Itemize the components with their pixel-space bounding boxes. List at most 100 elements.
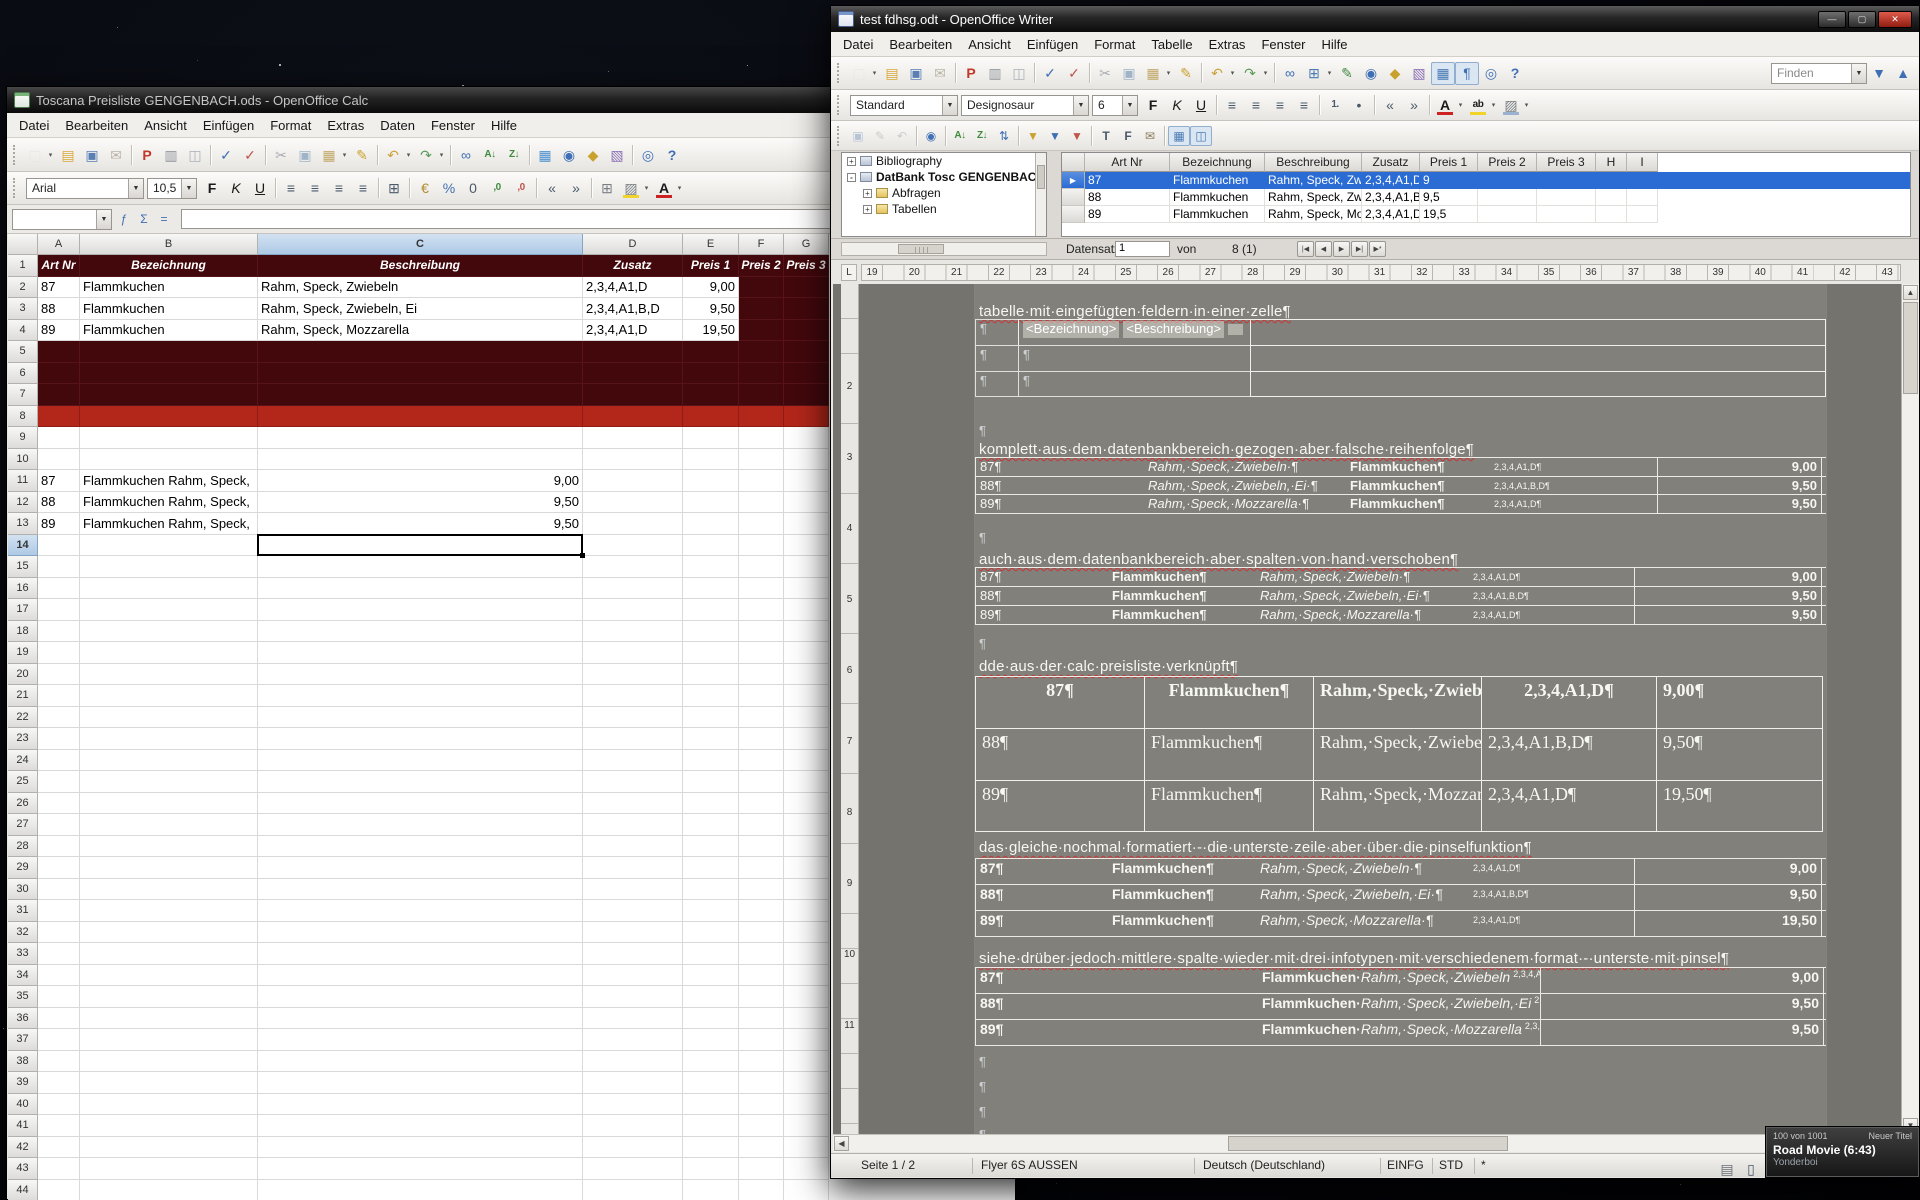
align-justified-icon[interactable]: ≡ bbox=[1292, 94, 1316, 117]
cell-c15[interactable] bbox=[258, 556, 583, 578]
cell-e25[interactable] bbox=[683, 771, 739, 793]
find-previous-icon[interactable]: ▲ bbox=[1891, 62, 1915, 85]
print-icon[interactable]: ▥ bbox=[983, 62, 1007, 85]
cell-c35[interactable] bbox=[258, 986, 583, 1008]
cell-d8[interactable] bbox=[583, 406, 683, 428]
table-cell[interactable]: 9,00 bbox=[1657, 458, 1822, 476]
cell-b18[interactable] bbox=[80, 621, 258, 643]
cell-e17[interactable] bbox=[683, 599, 739, 621]
grid-cell[interactable] bbox=[1596, 172, 1627, 189]
cell-b29[interactable] bbox=[80, 857, 258, 879]
undo-icon[interactable]: ↶ bbox=[1205, 62, 1229, 85]
cell-c9[interactable] bbox=[258, 427, 583, 449]
table-cell[interactable]: 89¶ bbox=[975, 1020, 1258, 1045]
horizontal-ruler[interactable]: 1920212223242526272829303132333435363738… bbox=[861, 264, 1901, 281]
row-header-19[interactable]: 19 bbox=[8, 642, 38, 664]
grid-cell[interactable] bbox=[1537, 206, 1596, 223]
chevron-down-icon[interactable]: ▼ bbox=[1122, 96, 1137, 115]
calc-menu-ansicht[interactable]: Ansicht bbox=[136, 115, 195, 136]
tree-expander-icon[interactable]: + bbox=[863, 205, 872, 214]
cell-a7[interactable] bbox=[38, 384, 80, 406]
writer-menu-hilfe[interactable]: Hilfe bbox=[1314, 34, 1356, 55]
cell-f21[interactable] bbox=[739, 685, 784, 707]
cell-a26[interactable] bbox=[38, 793, 80, 815]
italic-icon[interactable]: K bbox=[224, 177, 248, 200]
cell-b44[interactable] bbox=[80, 1180, 258, 1200]
save-icon[interactable]: ▣ bbox=[904, 62, 928, 85]
row-header-32[interactable]: 32 bbox=[8, 922, 38, 944]
row-header-15[interactable]: 15 bbox=[8, 556, 38, 578]
cell-d14[interactable] bbox=[583, 535, 683, 557]
cell-f29[interactable] bbox=[739, 857, 784, 879]
cell-a44[interactable] bbox=[38, 1180, 80, 1200]
cell-g23[interactable] bbox=[784, 728, 829, 750]
cell-g25[interactable] bbox=[784, 771, 829, 793]
table-cell[interactable]: Flammkuchen¶ bbox=[1346, 477, 1490, 495]
zoom-icon[interactable]: ◎ bbox=[1479, 62, 1503, 85]
percent-format-icon[interactable]: % bbox=[437, 177, 461, 200]
cell-d30[interactable] bbox=[583, 879, 683, 901]
table-cell[interactable]: Flammkuchen¶ bbox=[1108, 587, 1256, 605]
status-insert-mode[interactable]: EINFG bbox=[1387, 1158, 1433, 1174]
grid-cell[interactable]: 87 bbox=[1085, 172, 1170, 189]
cell-c8[interactable] bbox=[258, 406, 583, 428]
vertical-scrollbar-thumb[interactable] bbox=[1903, 302, 1918, 394]
cell-c17[interactable] bbox=[258, 599, 583, 621]
toolbar-grip[interactable] bbox=[13, 178, 18, 198]
bold-icon[interactable]: F bbox=[1141, 94, 1165, 117]
cell-c22[interactable] bbox=[258, 707, 583, 729]
tree-item-tabellen[interactable]: +Tabellen bbox=[842, 201, 1046, 217]
autofilter-icon[interactable]: ▼ bbox=[1022, 126, 1044, 146]
cell-e23[interactable] bbox=[683, 728, 739, 750]
table-cell[interactable]: 9,50 bbox=[1634, 587, 1822, 605]
table-cell[interactable]: Flammkuchen·Rahm,·Speck,·Zwiebeln,·Ei2,3… bbox=[1258, 994, 1540, 1019]
help-icon[interactable]: ? bbox=[660, 143, 684, 166]
font-name-combo[interactable]: Arial ▼ bbox=[26, 178, 144, 199]
auto-spellcheck-icon[interactable]: ✓ bbox=[238, 143, 262, 166]
navigator-icon[interactable]: ◆ bbox=[1383, 62, 1407, 85]
grid-row-selector[interactable] bbox=[1062, 189, 1085, 206]
table-cell[interactable]: Rahm,·Speck,·Zwiebeln,·Ei·¶ bbox=[1256, 587, 1469, 605]
font-color-icon[interactable]: A bbox=[652, 177, 676, 200]
table-cell[interactable]: <Bezeichnung><Beschreibung> bbox=[1018, 319, 1250, 345]
cell-a30[interactable] bbox=[38, 879, 80, 901]
doc-table[interactable]: 87¶Rahm,·Speck,·Zwiebeln·¶Flammkuchen¶2,… bbox=[975, 457, 1826, 514]
cell-d42[interactable] bbox=[583, 1137, 683, 1159]
cell-b3[interactable]: Flammkuchen bbox=[80, 298, 258, 320]
tree-horizontal-scrollbar[interactable] bbox=[841, 242, 1047, 256]
format-paintbrush-icon[interactable]: ✎ bbox=[350, 143, 374, 166]
cell-c20[interactable] bbox=[258, 664, 583, 686]
table-cell[interactable]: 2,3,4,A1,D¶ bbox=[1469, 911, 1634, 936]
row-header-34[interactable]: 34 bbox=[8, 965, 38, 987]
cell-f4[interactable] bbox=[739, 320, 784, 342]
table-cell[interactable]: Rahm,·Speck,·Zwiebeln,·Ei·¶ bbox=[1144, 477, 1346, 495]
cell-e36[interactable] bbox=[683, 1008, 739, 1030]
cell-b25[interactable] bbox=[80, 771, 258, 793]
open-icon[interactable]: ▤ bbox=[56, 143, 80, 166]
table-cell[interactable]: Rahm,·Speck,·Mozzarella·¶ bbox=[1144, 495, 1346, 513]
cell-g3[interactable] bbox=[784, 298, 829, 320]
cell-b23[interactable] bbox=[80, 728, 258, 750]
cell-e18[interactable] bbox=[683, 621, 739, 643]
align-center-icon[interactable]: ≡ bbox=[303, 177, 327, 200]
grid-column-header-beschreibung[interactable]: Beschreibung bbox=[1265, 153, 1362, 172]
row-header-5[interactable]: 5 bbox=[8, 341, 38, 363]
cell-c3[interactable]: Rahm, Speck, Zwiebeln, Ei bbox=[258, 298, 583, 320]
cell-selection[interactable] bbox=[257, 534, 583, 557]
calc-menu-fenster[interactable]: Fenster bbox=[423, 115, 483, 136]
cell-e9[interactable] bbox=[683, 427, 739, 449]
toolbar-grip[interactable] bbox=[837, 63, 842, 83]
spellcheck-icon[interactable]: ✓ bbox=[1038, 62, 1062, 85]
cell-f39[interactable] bbox=[739, 1072, 784, 1094]
cell-g21[interactable] bbox=[784, 685, 829, 707]
table-cell[interactable]: Rahm,·Speck,·Zwiebeln,·Ei·¶ bbox=[1256, 885, 1469, 910]
cell-g34[interactable] bbox=[784, 965, 829, 987]
table-cell[interactable]: 9,00 bbox=[1634, 859, 1822, 884]
table-cell[interactable]: Rahm,·Speck,·Zwiebeln·¶ bbox=[1256, 568, 1469, 586]
table-cell[interactable]: 88¶ bbox=[975, 587, 1108, 605]
sort-icon[interactable]: ⇅ bbox=[993, 126, 1015, 146]
cell-b10[interactable] bbox=[80, 449, 258, 471]
cell-f27[interactable] bbox=[739, 814, 784, 836]
row-header-6[interactable]: 6 bbox=[8, 363, 38, 385]
cell-c37[interactable] bbox=[258, 1029, 583, 1051]
